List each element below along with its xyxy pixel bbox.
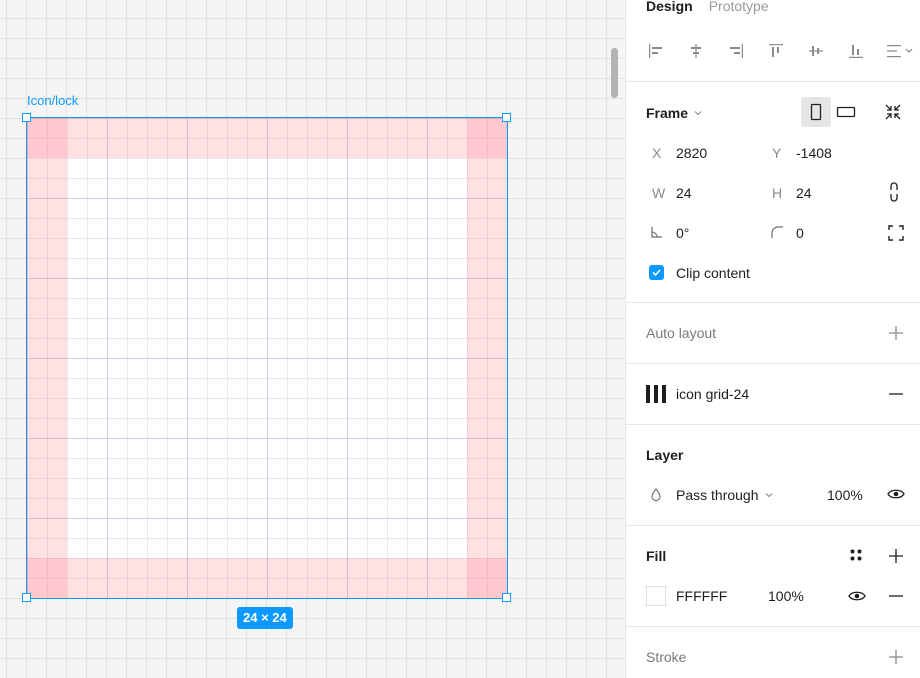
stroke-title: Stroke	[646, 649, 687, 665]
link-icon	[890, 182, 898, 202]
clip-content-checkbox[interactable]	[649, 265, 664, 280]
align-bottom-icon[interactable]	[846, 40, 886, 62]
independent-corners-icon	[888, 225, 904, 241]
independent-corners-button[interactable]	[888, 225, 904, 244]
frame-name-label[interactable]: Icon/lock	[27, 93, 78, 108]
fill-color-swatch[interactable]	[646, 586, 666, 606]
resize-to-fit-button[interactable]	[884, 103, 902, 124]
x-label: X	[652, 145, 662, 161]
icon-frame[interactable]	[27, 118, 507, 598]
fill-opacity-input[interactable]: 100%	[768, 588, 804, 604]
plus-icon	[889, 650, 903, 664]
layout-grid-settings-button[interactable]	[646, 385, 666, 406]
vertical-scrollbar[interactable]	[611, 48, 618, 98]
styles-grid-icon	[850, 549, 862, 561]
align-right-icon[interactable]	[726, 40, 766, 62]
width-input[interactable]: 24	[676, 185, 692, 201]
padding-top	[27, 118, 507, 158]
blend-mode-value: Pass through	[676, 487, 759, 503]
fill-title: Fill	[646, 548, 667, 564]
resize-handle-bottom-right[interactable]	[502, 593, 511, 602]
layer-section: Layer Pass through 100%	[626, 424, 920, 526]
plus-icon	[889, 549, 903, 563]
align-left-icon[interactable]	[646, 40, 686, 62]
tab-design[interactable]: Design	[646, 0, 693, 14]
landscape-orientation-button[interactable]	[831, 97, 861, 127]
y-input[interactable]: -1408	[796, 145, 832, 161]
layout-grid-section: icon grid-24	[626, 363, 920, 425]
layout-grid-name[interactable]: icon grid-24	[676, 386, 749, 402]
remove-layout-grid-button[interactable]	[888, 386, 904, 405]
columns-grid-icon	[646, 385, 666, 403]
x-input[interactable]: 2820	[676, 145, 707, 161]
panel-tabs: Design Prototype	[646, 0, 769, 14]
properties-panel: Design Prototype Frame X 2820 Y -1408 W …	[625, 0, 920, 678]
frame-section: Frame X 2820 Y -1408 W 24 H 24 0° 0 Clip…	[626, 81, 920, 303]
padding-right	[467, 118, 507, 598]
height-label: H	[772, 185, 783, 201]
add-stroke-button[interactable]	[888, 649, 904, 668]
portrait-icon	[810, 103, 822, 121]
collapse-arrows-icon	[885, 104, 901, 120]
eye-icon	[848, 591, 866, 601]
resize-handle-top-right[interactable]	[502, 113, 511, 122]
add-fill-button[interactable]	[888, 548, 904, 567]
stroke-section: Stroke	[626, 626, 920, 678]
frame-type-dropdown[interactable]: Frame	[646, 105, 702, 121]
fill-section: Fill FFFFFF 100%	[626, 525, 920, 627]
fill-visibility-toggle[interactable]	[848, 589, 866, 606]
frame-section-title: Frame	[646, 105, 689, 121]
corner-radius-input[interactable]: 0	[796, 225, 804, 241]
rotation-icon	[651, 226, 663, 241]
portrait-orientation-button[interactable]	[801, 97, 831, 127]
rotation-input[interactable]: 0°	[676, 225, 689, 241]
align-horizontal-center-icon[interactable]	[686, 40, 726, 62]
padding-bottom	[27, 558, 507, 598]
tab-prototype[interactable]: Prototype	[709, 0, 769, 14]
resize-handle-bottom-left[interactable]	[22, 593, 31, 602]
chevron-down-icon	[765, 493, 772, 498]
orientation-toggle	[801, 97, 861, 127]
plus-icon	[889, 326, 903, 340]
y-label: Y	[772, 145, 782, 161]
clip-content-label[interactable]: Clip content	[676, 265, 750, 281]
corner-radius-icon	[771, 226, 784, 242]
remove-fill-button[interactable]	[888, 588, 904, 607]
size-badge: 24 × 24	[237, 607, 293, 629]
align-top-icon[interactable]	[766, 40, 806, 62]
layer-title: Layer	[646, 447, 684, 463]
alignment-toolbar	[646, 40, 916, 62]
layer-opacity-input[interactable]: 100%	[827, 487, 863, 503]
minus-icon	[889, 595, 903, 597]
add-auto-layout-button[interactable]	[888, 325, 904, 344]
constrain-proportions-button[interactable]	[889, 182, 899, 205]
auto-layout-title: Auto layout	[646, 325, 717, 341]
auto-layout-section: Auto layout	[626, 302, 920, 364]
chevron-down-icon	[694, 111, 702, 116]
layer-visibility-toggle[interactable]	[887, 487, 905, 504]
fill-styles-button[interactable]	[849, 548, 863, 565]
distribute-spacing-icon[interactable]	[886, 40, 916, 62]
blend-mode-dropdown[interactable]: Pass through	[676, 487, 773, 503]
blend-mode-icon	[651, 488, 661, 504]
landscape-icon	[836, 106, 856, 118]
checkmark-icon	[652, 269, 661, 277]
height-input[interactable]: 24	[796, 185, 812, 201]
padding-left	[27, 118, 67, 598]
canvas[interactable]: Icon/lock 24 × 24	[0, 0, 625, 678]
align-vertical-center-icon[interactable]	[806, 40, 846, 62]
resize-handle-top-left[interactable]	[22, 113, 31, 122]
width-label: W	[652, 185, 666, 201]
minus-icon	[889, 393, 903, 395]
fill-hex-input[interactable]: FFFFFF	[676, 588, 727, 604]
layout-grid-lines	[27, 118, 507, 598]
eye-icon	[887, 489, 905, 499]
